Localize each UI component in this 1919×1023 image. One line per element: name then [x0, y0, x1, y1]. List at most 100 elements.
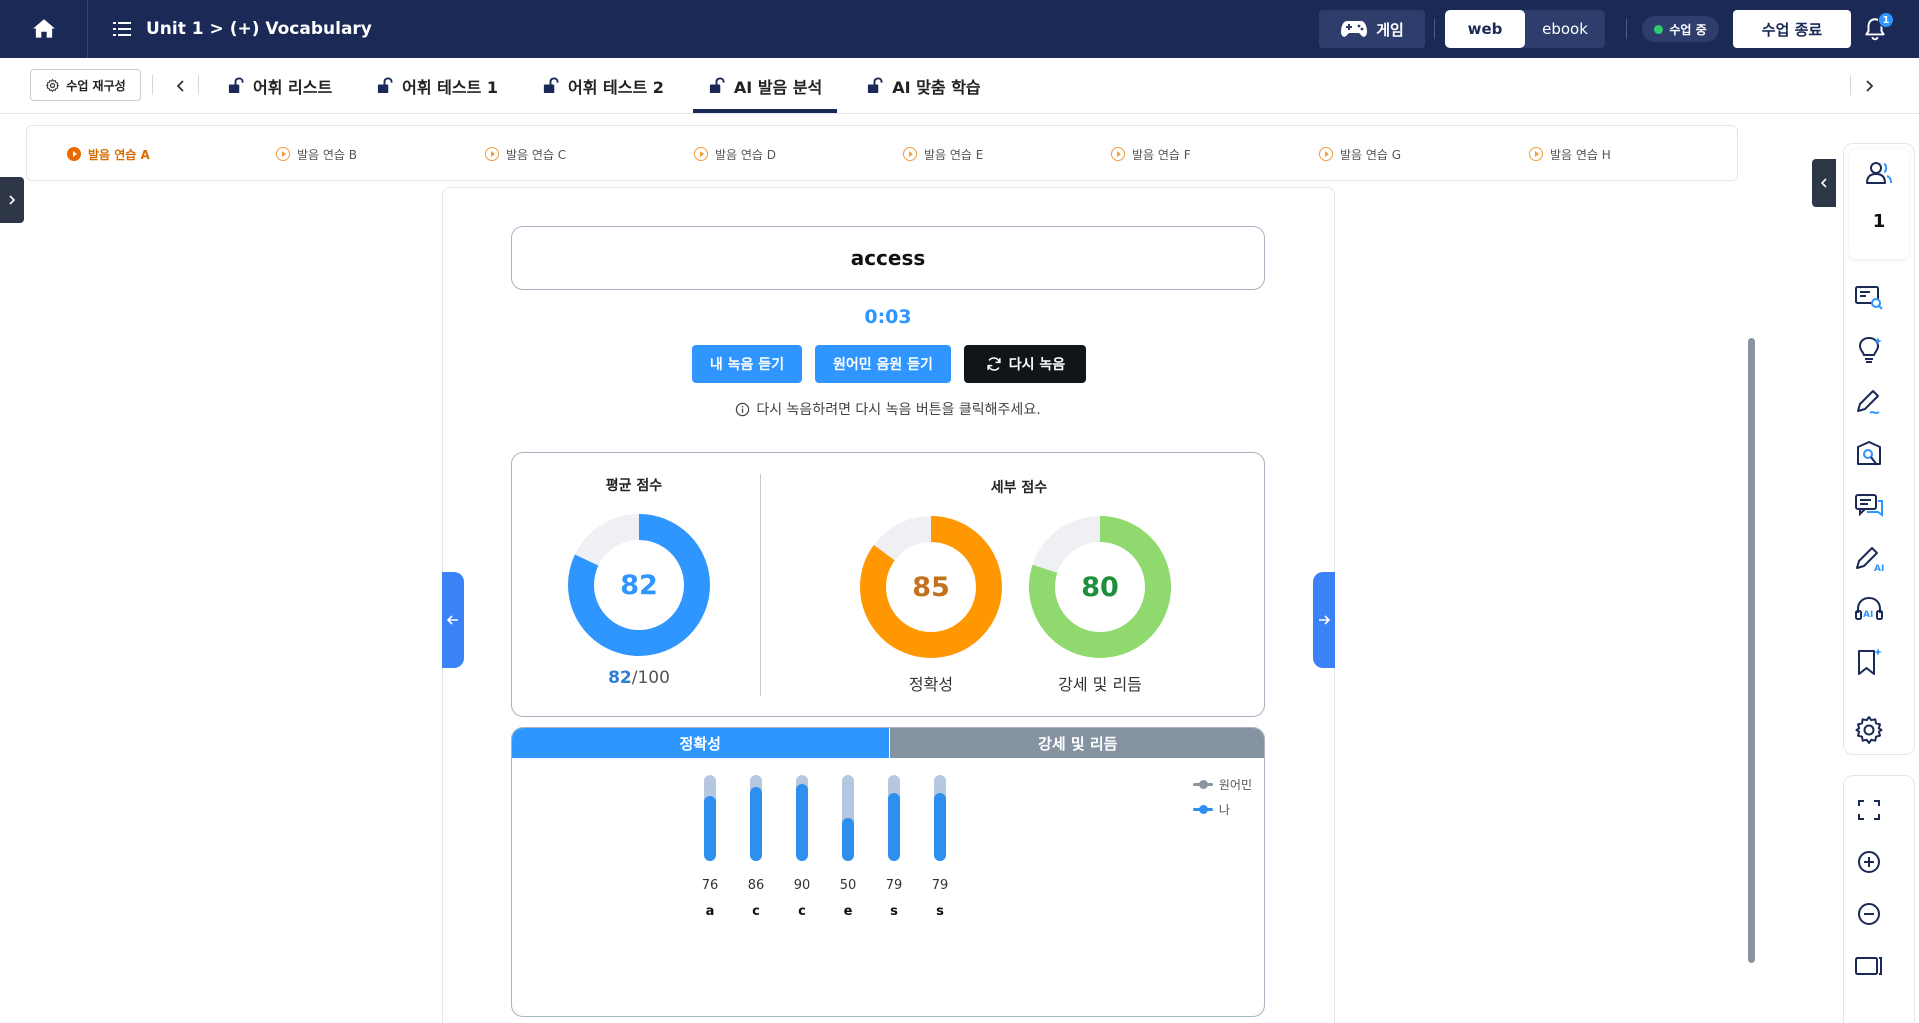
subtab-label: 발음 연습 C	[506, 147, 567, 162]
lightbulb-icon	[1858, 336, 1882, 363]
bar-value-label: 79	[931, 878, 949, 893]
notification-badge: 1	[1878, 12, 1894, 28]
tab-prev-button[interactable]	[170, 72, 192, 100]
bar-column: 86 c	[736, 758, 776, 1016]
bar-phoneme-label: s	[936, 904, 944, 919]
chevron-right-icon	[9, 195, 16, 205]
native-audio-button[interactable]: 원어민 음원 듣기	[815, 345, 951, 383]
mode-web-button[interactable]: web	[1445, 10, 1525, 48]
subtab-practice-h[interactable]: 발음 연습 H	[1529, 126, 1611, 182]
tab-vocabulary-test-2[interactable]: 어휘 테스트 2	[527, 58, 679, 113]
draw-button[interactable]	[1852, 385, 1886, 419]
play-circle-icon	[1529, 147, 1543, 161]
bar-phoneme-label: s	[890, 904, 898, 919]
right-toolbar-toggle[interactable]	[1812, 159, 1836, 207]
prev-word-button[interactable]	[442, 572, 464, 668]
screen-search-button[interactable]	[1852, 281, 1886, 315]
bar-column: 79 s	[920, 758, 960, 1016]
subtab-practice-e[interactable]: 발음 연습 E	[903, 126, 983, 182]
average-score-max: /100	[631, 668, 670, 688]
bar-value-label: 90	[793, 878, 811, 893]
split-screen-button[interactable]	[1852, 949, 1886, 983]
stress-score-donut: 80	[1028, 515, 1172, 659]
practice-subtabs: 발음 연습 A 발음 연습 B 발음 연습 C 발음 연습 D 발음 연습 E …	[26, 125, 1738, 181]
stress-score-caption: 강세 및 리듬	[1058, 675, 1142, 694]
pen-icon	[1857, 390, 1880, 414]
re-record-button[interactable]: 다시 녹음	[964, 345, 1086, 383]
play-circle-icon	[1319, 147, 1333, 161]
breadcrumb-text: Unit 1 > (+) Vocabulary	[146, 19, 372, 39]
book-search-button[interactable]	[1852, 437, 1886, 471]
class-status-text: 수업 중	[1669, 22, 1707, 37]
bookmark-button[interactable]	[1852, 645, 1886, 679]
subtab-practice-c[interactable]: 발음 연습 C	[485, 126, 566, 182]
students-button[interactable]: 1	[1849, 149, 1909, 259]
recording-timer: 0:03	[864, 306, 912, 328]
home-icon	[32, 19, 55, 38]
idea-button[interactable]	[1852, 333, 1886, 367]
chat-button[interactable]	[1852, 489, 1886, 523]
next-word-button[interactable]	[1313, 572, 1335, 668]
subtab-label: 발음 연습 G	[1340, 147, 1402, 162]
detail-score-label: 세부 점수	[990, 480, 1048, 496]
subtab-practice-f[interactable]: 발음 연습 F	[1111, 126, 1191, 182]
tab-label: AI 발음 분석	[733, 77, 823, 97]
bar-native-track	[842, 775, 854, 861]
subtab-practice-a[interactable]: 발음 연습 A	[67, 126, 150, 182]
phoneme-bar-chart: 76 a 86 c 90 c 50 e 79 s 79 s	[512, 758, 1264, 1016]
subtab-label: 발음 연습 E	[924, 147, 984, 162]
divider	[1850, 75, 1851, 95]
arrow-left-icon	[446, 615, 458, 625]
left-panel-toggle[interactable]	[0, 177, 24, 223]
tab-ai-pronunciation[interactable]: AI 발음 분석	[692, 58, 838, 113]
chevron-left-icon	[176, 80, 184, 92]
game-button[interactable]: 게임	[1319, 10, 1425, 48]
mode-ebook-button[interactable]: ebook	[1525, 10, 1605, 48]
zoom-out-icon	[1858, 903, 1880, 925]
detail-tab-stress[interactable]: 강세 및 리듬	[888, 728, 1264, 758]
stress-score-value: 80	[1081, 571, 1119, 603]
bar-column: 50 e	[828, 758, 868, 1016]
unlock-icon	[228, 77, 244, 94]
ai-headset-icon: AI	[1855, 596, 1883, 620]
student-count: 1	[1872, 211, 1886, 232]
play-circle-icon	[903, 147, 917, 161]
fullscreen-button[interactable]	[1852, 793, 1886, 827]
screen-search-icon	[1855, 286, 1883, 310]
ai-listening-button[interactable]: AI	[1852, 593, 1886, 627]
my-recording-button[interactable]: 내 녹음 듣기	[692, 345, 802, 383]
tab-ai-custom-learning[interactable]: AI 맞춤 학습	[851, 58, 995, 113]
re-record-hint: 다시 녹음하려면 다시 녹음 버튼을 클릭해주세요.	[511, 399, 1265, 419]
subtab-practice-b[interactable]: 발음 연습 B	[276, 126, 357, 182]
tab-next-button[interactable]	[1858, 72, 1880, 100]
subtab-label: 발음 연습 F	[1132, 147, 1191, 162]
subtab-practice-g[interactable]: 발음 연습 G	[1319, 126, 1401, 182]
subtab-practice-d[interactable]: 발음 연습 D	[694, 126, 776, 182]
settings-button[interactable]	[1852, 713, 1886, 747]
reconfigure-class-button[interactable]: 수업 재구성	[30, 69, 141, 101]
zoom-out-button[interactable]	[1852, 897, 1886, 931]
content-scrollbar[interactable]	[1748, 338, 1755, 963]
notification-button[interactable]: 1	[1860, 12, 1894, 46]
average-score-value: 82	[620, 569, 658, 601]
divider	[198, 75, 199, 95]
bar-phoneme-label: a	[705, 904, 715, 919]
subtab-label: 발음 연습 A	[88, 147, 150, 162]
ai-writing-button[interactable]: AI	[1852, 541, 1886, 575]
home-button[interactable]	[0, 0, 88, 58]
tab-vocabulary-list[interactable]: 어휘 리스트	[212, 58, 347, 113]
end-class-button[interactable]: 수업 종료	[1733, 10, 1851, 48]
zoom-in-button[interactable]	[1852, 845, 1886, 879]
bar-column: 79 s	[874, 758, 914, 1016]
tab-vocabulary-test-1[interactable]: 어휘 테스트 1	[361, 58, 513, 113]
mode-toggle: web ebook	[1445, 10, 1605, 48]
zoom-in-icon	[1858, 851, 1880, 873]
detail-tab-accuracy[interactable]: 정확성	[512, 728, 889, 758]
arrow-right-icon	[1319, 615, 1331, 625]
tab-label: 어휘 리스트	[253, 77, 333, 97]
unit-breadcrumb[interactable]: Unit 1 > (+) Vocabulary	[112, 0, 372, 58]
bar-native-track	[888, 775, 900, 861]
bar-column: 76 a	[690, 758, 730, 1016]
average-score-label: 평균 점수	[605, 478, 663, 494]
bookmark-icon	[1858, 648, 1882, 675]
